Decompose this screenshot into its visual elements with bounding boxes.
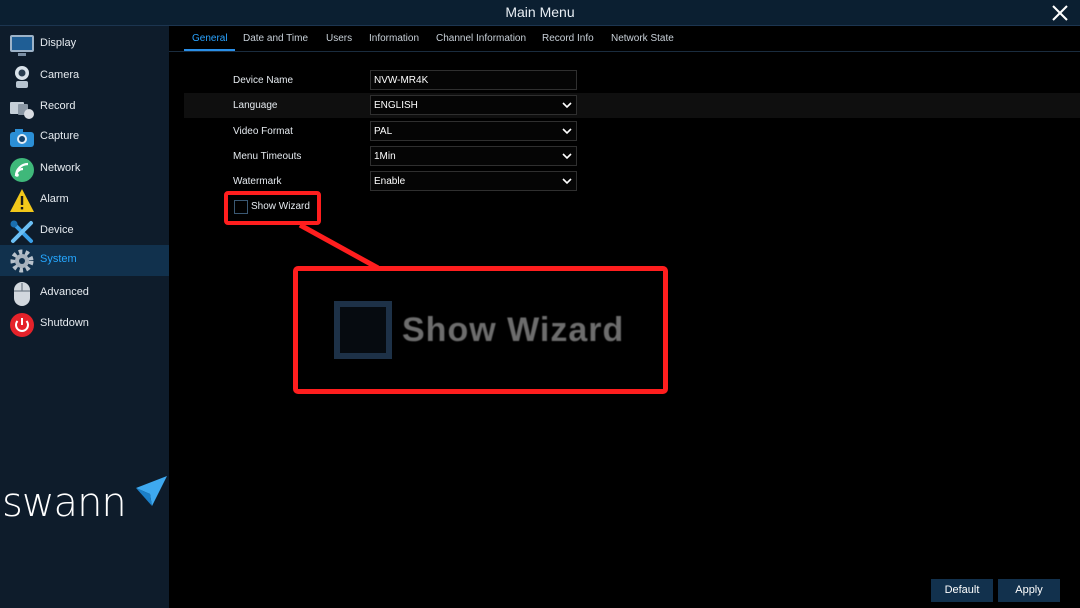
- menu-timeouts-value: 1Min: [374, 151, 396, 162]
- sidebar-item-shutdown[interactable]: Shutdown: [0, 309, 169, 340]
- chevron-down-icon: [562, 178, 572, 185]
- active-tab-indicator: [184, 49, 235, 51]
- title-bar: Main Menu: [0, 0, 1080, 26]
- sidebar-item-label: System: [40, 253, 77, 265]
- chevron-down-icon: [562, 102, 572, 109]
- chevron-down-icon: [562, 153, 572, 160]
- device-name-label: Device Name: [233, 75, 294, 86]
- tab-bar: General Date and Time Users Information …: [169, 26, 1080, 52]
- sidebar: Display Camera Record Capture Network Al…: [0, 26, 169, 608]
- brand-wordmark: swann: [2, 480, 127, 526]
- display-icon: [10, 35, 34, 56]
- chevron-down-icon: [562, 128, 572, 135]
- tab-record-info[interactable]: Record Info: [542, 33, 594, 44]
- network-icon: [10, 158, 34, 182]
- alarm-icon: [10, 189, 34, 212]
- menu-timeouts-label: Menu Timeouts: [233, 151, 302, 162]
- swann-wing-icon: [136, 476, 167, 506]
- language-label: Language: [233, 100, 278, 111]
- watermark-label: Watermark: [233, 176, 282, 187]
- capture-icon: [10, 129, 34, 147]
- sidebar-item-label: Camera: [40, 69, 80, 81]
- close-icon[interactable]: [1050, 3, 1070, 23]
- sidebar-item-label: Display: [40, 37, 77, 49]
- device-name-row: Device Name NVW-MR4K: [184, 68, 1080, 93]
- sidebar-item-label: Shutdown: [40, 317, 89, 329]
- language-select[interactable]: ENGLISH: [370, 95, 577, 115]
- sidebar-item-label: Device: [40, 224, 74, 236]
- callout-zoom-panel: Show Wizard: [293, 266, 668, 394]
- callout-label-zoom: Show Wizard: [402, 311, 625, 349]
- watermark-value: Enable: [374, 176, 406, 187]
- callout-highlight-box: [224, 191, 321, 225]
- tab-information[interactable]: Information: [369, 33, 419, 44]
- sidebar-item-device[interactable]: Device: [0, 216, 169, 247]
- sidebar-item-label: Alarm: [40, 193, 69, 205]
- video-format-value: PAL: [374, 126, 393, 137]
- mouse-icon: [14, 282, 30, 306]
- sidebar-item-capture[interactable]: Capture: [0, 122, 169, 153]
- menu-timeouts-select[interactable]: 1Min: [370, 146, 577, 166]
- sidebar-item-label: Advanced: [40, 286, 89, 298]
- sidebar-item-display[interactable]: Display: [0, 29, 169, 60]
- sidebar-item-network[interactable]: Network: [0, 154, 169, 185]
- swann-logo: swann: [2, 474, 168, 526]
- sidebar-item-advanced[interactable]: Advanced: [0, 278, 169, 309]
- device-icon: [10, 220, 33, 243]
- sidebar-item-label: Network: [40, 162, 81, 174]
- device-name-field[interactable]: NVW-MR4K: [370, 70, 577, 90]
- window-title: Main Menu: [505, 4, 575, 20]
- callout-checkbox-zoom: [334, 301, 392, 359]
- language-value: ENGLISH: [374, 100, 418, 111]
- default-button[interactable]: Default: [931, 579, 993, 602]
- tab-general[interactable]: General: [192, 33, 228, 44]
- power-icon: [10, 313, 34, 337]
- tab-date-and-time[interactable]: Date and Time: [243, 33, 308, 44]
- watermark-select[interactable]: Enable: [370, 171, 577, 191]
- tab-channel-information[interactable]: Channel Information: [436, 33, 526, 44]
- video-format-row: Video Format PAL: [184, 119, 1080, 144]
- camera-icon: [15, 66, 29, 88]
- video-format-select[interactable]: PAL: [370, 121, 577, 141]
- sidebar-item-system[interactable]: System: [0, 245, 169, 276]
- sidebar-item-label: Capture: [40, 130, 80, 142]
- apply-button[interactable]: Apply: [998, 579, 1060, 602]
- sidebar-item-alarm[interactable]: Alarm: [0, 185, 169, 216]
- sidebar-item-record[interactable]: Record: [0, 92, 169, 123]
- tab-network-state[interactable]: Network State: [611, 33, 674, 44]
- language-row: Language ENGLISH: [184, 93, 1080, 118]
- gear-icon: [10, 249, 34, 273]
- tab-users[interactable]: Users: [326, 33, 352, 44]
- video-format-label: Video Format: [233, 126, 293, 137]
- sidebar-item-camera[interactable]: Camera: [0, 61, 169, 92]
- menu-timeouts-row: Menu Timeouts 1Min: [184, 144, 1080, 169]
- device-name-value: NVW-MR4K: [374, 75, 429, 86]
- sidebar-item-label: Record: [40, 100, 76, 112]
- record-icon: [10, 102, 34, 119]
